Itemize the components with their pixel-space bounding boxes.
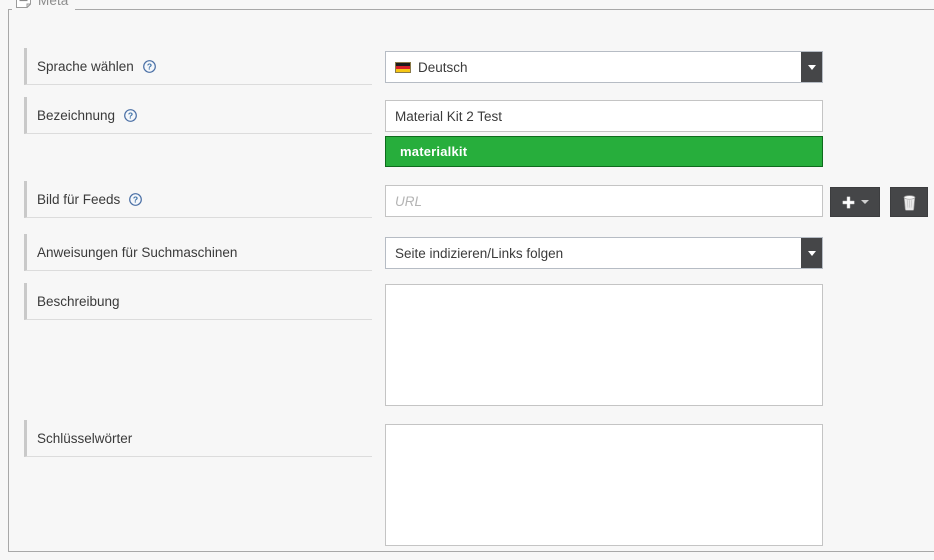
robots-select-arrow[interactable] bbox=[801, 238, 822, 268]
help-icon[interactable]: ? bbox=[142, 59, 156, 73]
trash-icon bbox=[903, 194, 915, 211]
label-text: Bezeichnung bbox=[37, 107, 116, 123]
svg-text:?: ? bbox=[133, 194, 138, 204]
meta-form-page: Meta Sprache wählen ? Deutsch Bezeichnun… bbox=[0, 0, 934, 560]
language-select-label: Deutsch bbox=[418, 59, 468, 75]
chevron-down-icon bbox=[860, 200, 869, 204]
label-bild-fuer-feeds: Bild für Feeds ? bbox=[24, 181, 372, 218]
label-sprache-waehlen: Sprache wählen ? bbox=[24, 48, 372, 85]
flag-de-icon bbox=[395, 61, 411, 73]
add-media-button[interactable] bbox=[830, 187, 880, 217]
language-select-value: Deutsch bbox=[386, 52, 801, 82]
robots-select-value: Seite indizieren/Links folgen bbox=[386, 238, 801, 268]
robots-select-label: Seite indizieren/Links folgen bbox=[395, 245, 564, 261]
language-select-arrow[interactable] bbox=[801, 52, 822, 82]
delete-media-button[interactable] bbox=[890, 187, 928, 217]
svg-text:?: ? bbox=[128, 110, 133, 120]
label-anweisungen-suchmaschinen: Anweisungen für Suchmaschinen bbox=[24, 234, 372, 271]
description-textarea[interactable] bbox=[385, 284, 823, 406]
language-select[interactable]: Deutsch bbox=[385, 51, 823, 83]
chevron-down-icon bbox=[807, 64, 816, 70]
help-icon[interactable]: ? bbox=[129, 192, 143, 206]
plus-icon bbox=[842, 196, 854, 208]
label-text: Schlüsselwörter bbox=[37, 430, 133, 446]
label-text: Beschreibung bbox=[37, 293, 120, 309]
help-icon[interactable]: ? bbox=[124, 108, 137, 122]
label-text: Anweisungen für Suchmaschinen bbox=[37, 244, 238, 260]
label-beschreibung: Beschreibung bbox=[24, 283, 372, 320]
svg-text:?: ? bbox=[147, 61, 152, 71]
alias-badge[interactable]: materialkit bbox=[385, 136, 823, 167]
label-schluesselwoerter: Schlüsselwörter bbox=[24, 420, 372, 457]
keywords-textarea[interactable] bbox=[385, 424, 823, 546]
title-input[interactable]: Material Kit 2 Test bbox=[385, 100, 823, 132]
label-text: Bild für Feeds bbox=[37, 191, 121, 207]
feed-image-input[interactable]: URL bbox=[385, 185, 823, 217]
chevron-down-icon bbox=[807, 250, 816, 256]
robots-select[interactable]: Seite indizieren/Links folgen bbox=[385, 237, 823, 269]
label-text: Sprache wählen bbox=[37, 58, 134, 74]
label-bezeichnung: Bezeichnung ? bbox=[24, 97, 372, 134]
